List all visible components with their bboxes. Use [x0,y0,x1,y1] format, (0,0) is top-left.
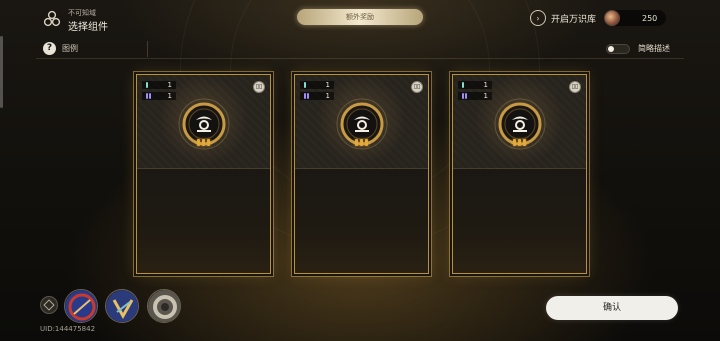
card-description-area [295,169,428,273]
card-description-area [453,169,586,273]
question-circle-icon[interactable]: ? [43,42,56,55]
stat-type-icon [146,82,148,88]
stat-row-1: 1 [300,81,334,89]
book-icon: ▯▯ [569,81,581,93]
slot-indicator [197,139,210,146]
brief-description-toggle[interactable] [606,44,630,54]
team-avatar-1[interactable] [64,289,98,323]
stat-row-2: 1 [142,92,176,100]
legend-label[interactable]: 图例 [62,43,78,54]
team-avatar-2[interactable] [105,289,139,323]
stat-value: 1 [483,81,488,89]
section-subtitle: 不可知域 [68,9,96,17]
stat-type-icon [304,82,306,88]
stat-value: 1 [325,92,330,100]
tab-extra-reward[interactable]: 额外奖励 [297,9,423,25]
character-portrait-icon [65,290,97,322]
stat-row-1: 1 [142,81,176,89]
stat-row-2: 1 [458,92,492,100]
toggle-knob [608,46,614,52]
component-card[interactable]: 1 1 ▯▯ [294,74,429,274]
divider [147,41,148,57]
brief-description-label: 简略描述 [638,44,670,53]
stat-row-1: 1 [458,81,492,89]
chevron-right-circle-icon: › [530,10,546,26]
slot-indicator [355,139,368,146]
uid-label: UID:144475842 [40,325,96,333]
page-title: 选择组件 [68,22,108,33]
stat-value: 1 [325,81,330,89]
component-card[interactable]: 1 1 ▯▯ [452,74,587,274]
stat-row-2: 1 [300,92,334,100]
card-description-area [137,169,270,273]
edge-scroll-indicator [0,36,3,108]
stat-type-icon [146,93,148,99]
stat-type-icon [462,82,464,88]
stat-value: 1 [167,81,172,89]
team-settings-button[interactable] [40,296,58,314]
stat-type-icon [462,93,464,99]
trefoil-logo-icon [43,10,61,27]
open-library-button[interactable]: › 开启万识库 [530,9,596,27]
slot-indicator [513,139,526,146]
open-library-label: 开启万识库 [551,14,597,25]
currency-display: 250 [604,10,666,26]
stat-value: 1 [167,92,172,100]
currency-avatar-icon [604,10,620,26]
currency-value: 250 [642,13,658,23]
team-avatar-3[interactable] [147,289,181,323]
character-portrait-icon [106,290,138,322]
component-card[interactable]: 1 1 ▯▯ [136,74,271,274]
sub-toolbar: ? 图例 简略描述 [36,39,684,59]
diamond-icon [43,299,55,311]
confirm-button[interactable]: 确认 [546,296,678,320]
stat-type-icon [304,93,306,99]
book-icon: ▯▯ [411,81,423,93]
character-portrait-icon [148,290,180,322]
book-icon: ▯▯ [253,81,265,93]
stat-value: 1 [483,92,488,100]
